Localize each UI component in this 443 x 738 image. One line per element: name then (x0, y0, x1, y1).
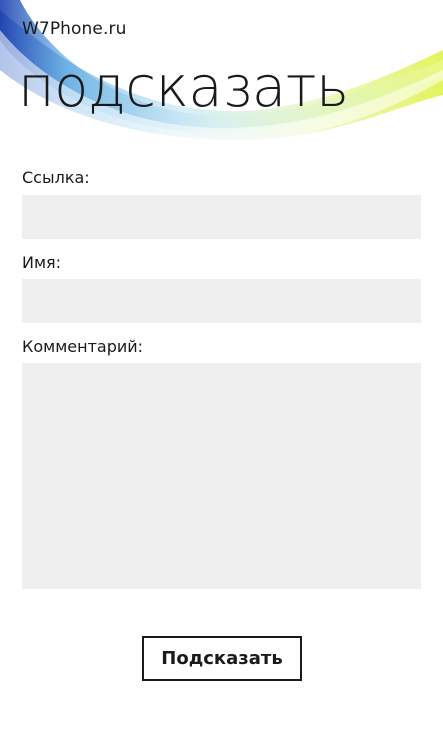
name-label: Имя: (22, 253, 62, 272)
app-title: W7Phone.ru (22, 19, 127, 39)
submit-button-label: Подсказать (161, 648, 283, 669)
comment-label: Комментарий: (22, 337, 144, 356)
comment-textarea[interactable] (22, 363, 421, 589)
link-label: Ссылка: (22, 168, 90, 187)
submit-button[interactable]: Подсказать (142, 636, 302, 681)
link-input[interactable] (22, 195, 421, 239)
page-title: подсказать (18, 55, 349, 120)
name-input[interactable] (22, 279, 421, 323)
